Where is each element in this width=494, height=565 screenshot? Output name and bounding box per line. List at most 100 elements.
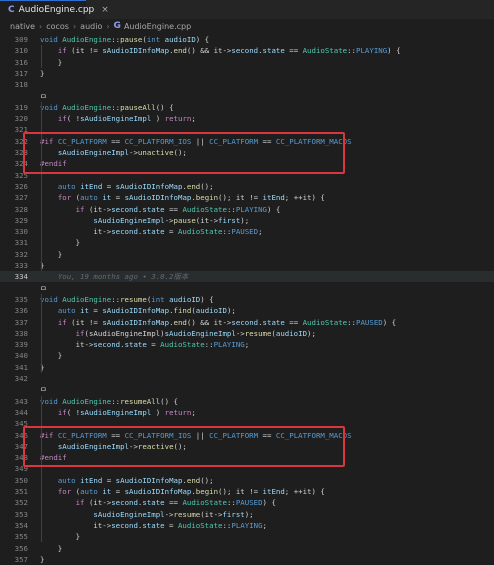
code-line[interactable]: 316 } — [0, 57, 494, 68]
line-number: 329 — [14, 215, 28, 225]
code-line[interactable]: 324 #endif — [0, 158, 494, 169]
code-line[interactable]: 333} — [0, 260, 494, 271]
code-line[interactable]: 334 You, 19 months ago • 3.0.2版本 — [0, 271, 494, 283]
breadcrumb-item-native[interactable]: native — [10, 22, 35, 31]
code-line[interactable]: 345 — [0, 418, 494, 429]
code-line[interactable]: ㅁ — [0, 384, 494, 395]
code-line[interactable]: 330 it->second.state = AudioState::PAUSE… — [0, 226, 494, 237]
code-token: first — [218, 215, 241, 225]
code-line[interactable]: 317} — [0, 68, 494, 79]
tab-audioengine-cpp[interactable]: C AudioEngine.cpp × — [0, 0, 109, 19]
code-line[interactable]: 309 void AudioEngine::pause(int audioID) … — [0, 34, 494, 45]
code-token: state — [142, 204, 165, 214]
code-text: if (it != sAudioIDInfoMap.end() && it->s… — [40, 45, 401, 56]
code-token: it — [102, 193, 112, 203]
code-token: void — [40, 35, 63, 44]
code-token: AudioState — [177, 227, 223, 237]
code-token: } — [40, 57, 63, 67]
code-line[interactable]: 357} — [0, 554, 494, 565]
code-line[interactable]: 353 sAudioEngineImpl->resume(it->first); — [0, 509, 494, 520]
code-text: if(sAudioEngineImpl)sAudioEngineImpl->re… — [40, 328, 316, 339]
breadcrumb-item-cocos[interactable]: cocos — [46, 22, 69, 31]
line-number: 321 — [14, 125, 28, 135]
code-token: -> — [129, 441, 138, 451]
code-line[interactable]: 337 if (it != sAudioIDInfoMap.end() && i… — [0, 317, 494, 328]
code-token: CC_PLATFORM — [57, 430, 107, 440]
tab-title: AudioEngine.cpp — [18, 5, 95, 15]
code-token: for — [57, 487, 76, 496]
code-line[interactable]: 332 } — [0, 249, 494, 260]
code-line[interactable]: 340 } — [0, 350, 494, 361]
code-text: ㅁ — [40, 283, 47, 294]
code-line[interactable]: 341} — [0, 362, 494, 373]
code-line[interactable]: 328 if (it->second.state == AudioState::… — [0, 204, 494, 215]
code-token: (it-> — [200, 509, 223, 519]
code-token: second — [231, 46, 259, 56]
code-token: ; ++it) { — [284, 193, 325, 203]
code-line[interactable]: 346 #if CC_PLATFORM == CC_PLATFORM_IOS ||… — [0, 430, 494, 441]
code-line[interactable]: 342 — [0, 373, 494, 384]
code-line[interactable]: ㅁ — [0, 283, 494, 294]
code-token: ); — [307, 328, 316, 338]
code-token: } — [40, 238, 81, 248]
code-token: :: — [204, 340, 214, 350]
code-token: sAudioIDInfoMap — [124, 193, 192, 203]
code-token: for — [57, 193, 76, 203]
code-line[interactable]: 320 if( !sAudioEngineImpl ) return; — [0, 113, 494, 124]
code-token: = — [88, 306, 103, 316]
code-line[interactable]: 348 #endif — [0, 452, 494, 463]
code-line[interactable]: 318 — [0, 79, 494, 90]
code-line[interactable]: 338 if(sAudioEngineImpl)sAudioEngineImpl… — [0, 328, 494, 339]
code-line[interactable]: 354 it->second.state = AudioState::PLAYI… — [0, 520, 494, 531]
code-token: find — [173, 306, 192, 316]
code-line[interactable]: 339 it->second.state = AudioState::PLAYI… — [0, 339, 494, 350]
code-token: = — [102, 475, 116, 485]
code-line[interactable]: 321 — [0, 124, 494, 135]
code-line[interactable]: 350 auto itEnd = sAudioIDInfoMap.end(); — [0, 475, 494, 486]
code-line[interactable]: 331 } — [0, 237, 494, 248]
code-token: resume — [244, 328, 272, 338]
code-line[interactable]: 319 void AudioEngine::pauseAll() { — [0, 102, 494, 113]
code-token: :: — [111, 35, 121, 44]
code-line[interactable]: 355 } — [0, 531, 494, 542]
close-icon[interactable]: × — [101, 5, 109, 15]
code-line[interactable]: 349 — [0, 463, 494, 474]
breadcrumb: native › cocos › audio › G AudioEngine.c… — [0, 19, 494, 33]
breadcrumb-item-audio[interactable]: audio — [80, 22, 102, 31]
code-token: CC_PLATFORM — [209, 136, 259, 146]
code-token: (); — [173, 441, 187, 451]
line-number: 357 — [14, 554, 28, 564]
code-line[interactable]: 329 sAudioEngineImpl->pause(it->first); — [0, 215, 494, 226]
code-line[interactable]: 343 void AudioEngine::resumeAll() { — [0, 396, 494, 407]
code-line[interactable]: ㅁ — [0, 91, 494, 102]
code-token: -> — [129, 148, 138, 157]
code-line[interactable]: 310 if (it != sAudioIDInfoMap.end() && i… — [0, 45, 494, 56]
code-token: pauseAll — [120, 102, 156, 112]
code-line[interactable]: 326 auto itEnd = sAudioIDInfoMap.end(); — [0, 181, 494, 192]
code-line[interactable]: 336 auto it = sAudioIDInfoMap.find(audio… — [0, 305, 494, 316]
code-line[interactable]: 352 if (it->second.state == AudioState::… — [0, 497, 494, 508]
code-editor[interactable]: 309 void AudioEngine::pause(int audioID) … — [0, 33, 494, 564]
breadcrumb-item-file[interactable]: AudioEngine.cpp — [124, 22, 191, 31]
code-token: ); — [226, 306, 236, 316]
code-line[interactable]: 335 void AudioEngine::resume(int audioID)… — [0, 294, 494, 305]
code-line[interactable]: 327 for (auto it = sAudioIDInfoMap.begin… — [0, 192, 494, 203]
code-token: AudioEngine — [62, 35, 112, 44]
code-text: void AudioEngine::pause(int audioID) { — [40, 34, 209, 45]
indent-guide — [41, 395, 42, 543]
code-line[interactable]: 356 } — [0, 543, 494, 554]
code-token: state — [142, 520, 165, 530]
line-number: 350 — [14, 475, 28, 485]
code-line[interactable]: 323 sAudioEngineImpl->unactive(); — [0, 147, 494, 158]
code-line[interactable]: 344 if( !sAudioEngineImpl ) return; — [0, 407, 494, 418]
code-token: } — [40, 249, 63, 259]
line-number: 334 — [14, 272, 28, 282]
code-line[interactable]: 347 sAudioEngineImpl->reactive(); — [0, 441, 494, 452]
code-line[interactable]: 351 for (auto it = sAudioIDInfoMap.begin… — [0, 486, 494, 497]
line-number: 330 — [14, 227, 28, 237]
code-line[interactable]: 322 #if CC_PLATFORM == CC_PLATFORM_IOS ||… — [0, 136, 494, 147]
code-line[interactable]: 325 — [0, 170, 494, 181]
